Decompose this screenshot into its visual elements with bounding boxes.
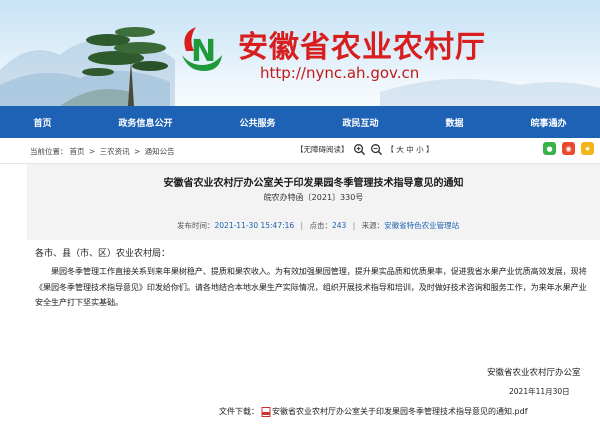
pdf-file-icon [261, 406, 271, 417]
nav-item-home[interactable]: 首页 [33, 116, 51, 129]
font-size-selector[interactable]: 【 大 中 小 】 [387, 144, 434, 155]
nav-item-gov-info[interactable]: 政务信息公开 [118, 116, 172, 129]
published-value: 2021-11-30 15:47:16 [214, 221, 295, 230]
share-buttons: ● ◉ ★ [543, 142, 594, 155]
reading-tools: 【无障碍阅读】 【 大 中 小 】 [296, 143, 434, 156]
source-value: 安徽省特色农业管理站 [384, 221, 460, 230]
weibo-icon[interactable]: ◉ [562, 142, 575, 155]
main-nav: 首页 政务信息公开 公共服务 政民互动 数据 皖事通办 [0, 106, 600, 138]
download-label: 文件下载： [219, 407, 259, 416]
article-meta: 发布时间：2021-11-30 15:47:16 | 点击：243 | 来源：安… [177, 220, 459, 231]
qzone-icon[interactable]: ★ [581, 142, 594, 155]
zoom-in-icon[interactable] [353, 143, 366, 156]
body-paragraph: 果园冬季管理工作直接关系到来年果树稳产、提质和果农收入。为有效加强果园管理，提升… [35, 266, 587, 307]
nav-item-public-service[interactable]: 公共服务 [239, 116, 275, 129]
views-label: 点击： [309, 221, 332, 230]
zoom-out-icon[interactable] [370, 143, 383, 156]
breadcrumb-sep: > [88, 147, 96, 156]
accessibility-button[interactable]: 【无障碍阅读】 [296, 144, 349, 155]
article-title: 安徽省农业农村厅办公室关于印发果园冬季管理技术指导意见的通知 [163, 178, 464, 189]
breadcrumb-page[interactable]: 通知公告 [145, 147, 175, 156]
breadcrumb-label: 当前位置： [30, 147, 68, 156]
breadcrumb-section[interactable]: 三农资讯 [100, 147, 130, 156]
breadcrumb-home[interactable]: 首页 [70, 147, 85, 156]
published-label: 发布时间： [177, 221, 215, 230]
document-number: 皖农办特函〔2021〕330号 [263, 193, 364, 202]
nav-item-data[interactable]: 数据 [445, 116, 463, 129]
views-value: 243 [331, 221, 347, 230]
site-url[interactable]: http://nync.ah.gov.cn [260, 64, 419, 82]
breadcrumb-sep: > [133, 147, 141, 156]
meta-separator: | [352, 221, 356, 230]
signature: 安徽省农业农村厅办公室 [487, 368, 581, 378]
site-title: 安徽省农业农村厅 [238, 30, 486, 65]
breadcrumb: 当前位置： 首页 > 三农资讯 > 通知公告 [30, 146, 177, 157]
agri-logo: N [182, 27, 222, 71]
site-header: N 安徽省农业农村厅 http://nync.ah.gov.cn [0, 0, 600, 106]
meta-separator: | [300, 221, 304, 230]
download-link[interactable]: 安徽省农业农村厅办公室关于印发果园冬季管理技术指导意见的通知.pdf [272, 406, 528, 417]
article-header: 安徽省农业农村厅办公室关于印发果园冬季管理技术指导意见的通知 皖农办特函〔202… [27, 164, 600, 240]
greeting: 各市、县（市、区）农业农村局： [35, 249, 171, 259]
nav-item-wanshitong[interactable]: 皖事通办 [530, 116, 566, 129]
wechat-icon[interactable]: ● [543, 142, 556, 155]
source-label: 来源： [361, 221, 385, 230]
location-bar: 当前位置： 首页 > 三农资讯 > 通知公告 【无障碍阅读】 【 大 中 小 】 … [0, 138, 600, 164]
download-row: 文件下载： 安徽省农业农村厅办公室关于印发果园冬季管理技术指导意见的通知.pdf [219, 406, 528, 417]
nav-item-interaction[interactable]: 政民互动 [342, 116, 378, 129]
svg-text:N: N [191, 34, 216, 69]
signature-date: 2021年11月30日 [509, 387, 570, 396]
